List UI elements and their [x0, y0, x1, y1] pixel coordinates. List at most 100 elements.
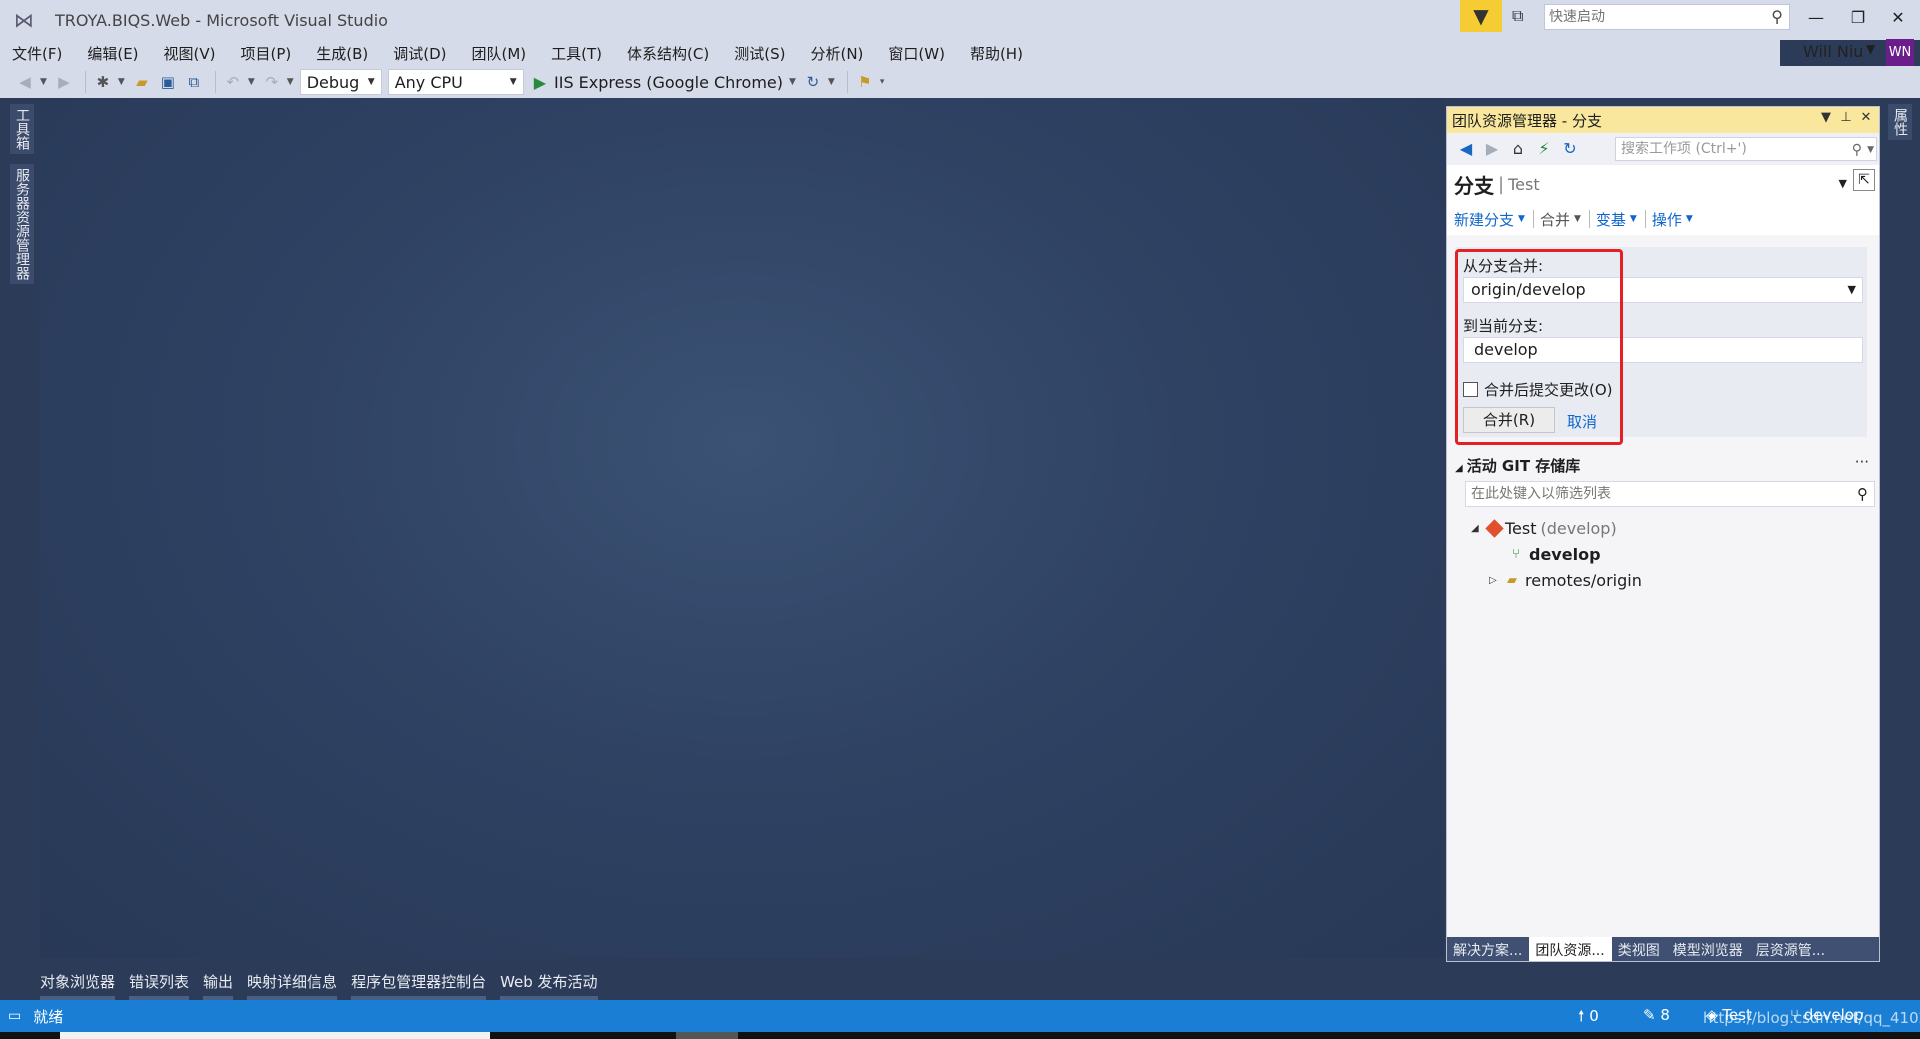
tab-solution-explorer[interactable]: 解决方案... — [1447, 937, 1529, 961]
connect-icon[interactable]: ⚡ — [1533, 138, 1555, 160]
bottom-tool-tabs: 对象浏览器 错误列表 输出 映射详细信息 程序包管理器控制台 Web 发布活动 — [40, 966, 612, 1000]
page-subtitle: Test — [1508, 174, 1540, 194]
chevron-down-icon[interactable]: ▼ — [248, 77, 255, 87]
collapsed-icon[interactable]: ▷ — [1489, 575, 1503, 586]
back-icon[interactable]: ◀ — [14, 71, 36, 93]
tab-object-browser[interactable]: 对象浏览器 — [40, 966, 116, 1000]
save-icon[interactable]: ▣ — [157, 71, 179, 93]
unpushed-commits[interactable]: 🠕 0 — [1578, 1006, 1599, 1031]
feedback-icon[interactable]: ⧉ — [1512, 6, 1532, 26]
new-branch-link[interactable]: 新建分支 — [1454, 209, 1514, 230]
filter-placeholder: 在此处键入以筛选列表 — [1471, 486, 1611, 502]
status-text: 就绪 — [33, 1007, 64, 1026]
tab-error-list[interactable]: 错误列表 — [129, 966, 190, 1000]
notification-filter-icon[interactable]: ▼ — [1460, 0, 1502, 32]
active-git-repositories-section: ◢ 活动 GIT 存储库 ··· 在此处键入以筛选列表 ⚲ — [1447, 451, 1879, 507]
forward-icon[interactable]: ▶ — [53, 71, 75, 93]
menu-team[interactable]: 团队(M) — [472, 43, 539, 64]
forward-icon[interactable]: ▶ — [1481, 138, 1503, 160]
chevron-down-icon[interactable]: ▼ — [1866, 42, 1875, 56]
menu-file[interactable]: 文件(F) — [12, 43, 74, 64]
menu-debug[interactable]: 调试(D) — [393, 43, 458, 64]
find-in-files-icon[interactable]: ⚑ — [854, 71, 876, 93]
section-title: 活动 GIT 存储库 — [1466, 457, 1581, 475]
chevron-down-icon[interactable]: ▼ — [828, 77, 835, 87]
close-window-button[interactable]: ✕ — [1878, 4, 1918, 32]
menu-analyze[interactable]: 分析(N) — [810, 43, 875, 64]
back-icon[interactable]: ◀ — [1455, 138, 1477, 160]
arrow-up-icon: 🠕 — [1578, 1007, 1590, 1025]
tab-team-explorer[interactable]: 团队资源... — [1529, 937, 1612, 961]
server-explorer-tab[interactable]: 服务器资源管理器 — [10, 164, 34, 284]
branch-tree-item[interactable]: ⑂ develop — [1507, 545, 1601, 564]
restore-button[interactable]: ❐ — [1838, 4, 1878, 32]
chevron-down-icon[interactable]: ▼ — [1839, 177, 1847, 190]
menu-architecture[interactable]: 体系结构(C) — [627, 43, 721, 64]
chevron-down-icon[interactable]: ▼ — [1630, 214, 1637, 224]
toolbar-divider — [846, 71, 848, 93]
pin-icon[interactable]: ⊥ — [1837, 110, 1855, 125]
tab-web-publish-activity[interactable]: Web 发布活动 — [500, 966, 598, 1000]
output-window-icon[interactable]: ▭ — [8, 1008, 21, 1024]
menu-tools[interactable]: 工具(T) — [551, 43, 614, 64]
actions-link[interactable]: 操作 — [1652, 209, 1682, 230]
refresh-icon[interactable]: ↻ — [802, 71, 824, 93]
tab-output[interactable]: 输出 — [203, 966, 234, 1000]
section-header[interactable]: ◢ 活动 GIT 存储库 — [1455, 455, 1580, 476]
chevron-down-icon[interactable]: ▼ — [118, 77, 125, 87]
expanded-icon[interactable]: ◢ — [1471, 523, 1485, 534]
chevron-down-icon[interactable]: ▼ — [1518, 214, 1525, 224]
tab-layer-explorer[interactable]: 层资源管... — [1750, 937, 1832, 961]
tab-class-view[interactable]: 类视图 — [1612, 937, 1667, 961]
tab-mapping-details[interactable]: 映射详细信息 — [247, 966, 338, 1000]
chevron-down-icon: ▼ — [367, 77, 375, 87]
chevron-down-icon[interactable]: ▼ — [40, 77, 47, 87]
home-icon[interactable]: ⌂ — [1507, 138, 1529, 160]
refresh-icon[interactable]: ↻ — [1559, 138, 1581, 160]
avatar[interactable]: WN — [1886, 39, 1914, 67]
open-folder-icon[interactable]: ▰ — [131, 71, 153, 93]
redo-icon[interactable]: ↷ — [261, 71, 283, 93]
menu-test[interactable]: 测试(S) — [734, 43, 797, 64]
chevron-down-icon: ▼ — [509, 77, 517, 87]
remote-tree-item[interactable]: ▷ ▰ remotes/origin — [1489, 571, 1642, 590]
rebase-link[interactable]: 变基 — [1596, 209, 1626, 230]
merge-link[interactable]: 合并 — [1540, 209, 1570, 230]
tab-package-manager-console[interactable]: 程序包管理器控制台 — [351, 966, 487, 1000]
search-icon: ⚲ — [1771, 7, 1783, 26]
toolbar-overflow-icon[interactable]: ▾ — [880, 77, 885, 87]
close-icon[interactable]: ✕ — [1857, 110, 1875, 125]
solution-platform-select[interactable]: Any CPU ▼ — [387, 69, 524, 95]
chevron-down-icon[interactable]: ▼ — [1686, 214, 1693, 224]
menu-help[interactable]: 帮助(H) — [970, 43, 1035, 64]
team-explorer-panel: 团队资源管理器 - 分支 ▼ ⊥ ✕ ◀ ▶ ⌂ ⚡ ↻ 搜索工作项 (Ctrl… — [1446, 106, 1880, 962]
chevron-down-icon[interactable]: ▼ — [287, 77, 294, 87]
repo-tree-item[interactable]: ◢ Test (develop) — [1471, 519, 1617, 538]
window-position-icon[interactable]: ▼ — [1817, 110, 1835, 125]
pending-changes[interactable]: ✎ 8 — [1643, 1006, 1670, 1024]
save-all-icon[interactable]: ⧉ — [183, 71, 205, 93]
quick-launch-box[interactable]: ⚲ — [1544, 4, 1790, 30]
minimize-button[interactable]: — — [1796, 4, 1836, 32]
menu-window[interactable]: 窗口(W) — [888, 43, 957, 64]
pop-out-icon[interactable]: ⇱ — [1853, 169, 1875, 191]
current-branch-name: develop — [1529, 545, 1601, 564]
properties-tab[interactable]: 属性 — [1888, 104, 1912, 140]
tab-model-browser[interactable]: 模型浏览器 — [1667, 937, 1750, 961]
quick-launch-input[interactable] — [1549, 9, 1759, 25]
filter-repositories-input[interactable]: 在此处键入以筛选列表 ⚲ — [1465, 481, 1875, 507]
menu-edit[interactable]: 编辑(E) — [87, 43, 150, 64]
menu-view[interactable]: 视图(V) — [164, 43, 228, 64]
new-project-icon[interactable]: ✱ — [92, 71, 114, 93]
start-debugging-button[interactable]: ▶ IIS Express (Google Chrome) ▼ — [534, 73, 802, 92]
user-name[interactable]: Will Niu — [1803, 42, 1863, 61]
link-divider — [1532, 210, 1534, 228]
toolbox-tab[interactable]: 工具箱 — [10, 104, 34, 154]
menu-project[interactable]: 项目(P) — [241, 43, 304, 64]
menu-build[interactable]: 生成(B) — [316, 43, 380, 64]
solution-configuration-select[interactable]: Debug ▼ — [299, 69, 382, 95]
more-options-icon[interactable]: ··· — [1855, 453, 1869, 471]
chevron-down-icon[interactable]: ▼ — [1574, 214, 1581, 224]
undo-icon[interactable]: ↶ — [222, 71, 244, 93]
work-item-search-input[interactable]: 搜索工作项 (Ctrl+') ⚲ ▼ — [1615, 137, 1877, 161]
